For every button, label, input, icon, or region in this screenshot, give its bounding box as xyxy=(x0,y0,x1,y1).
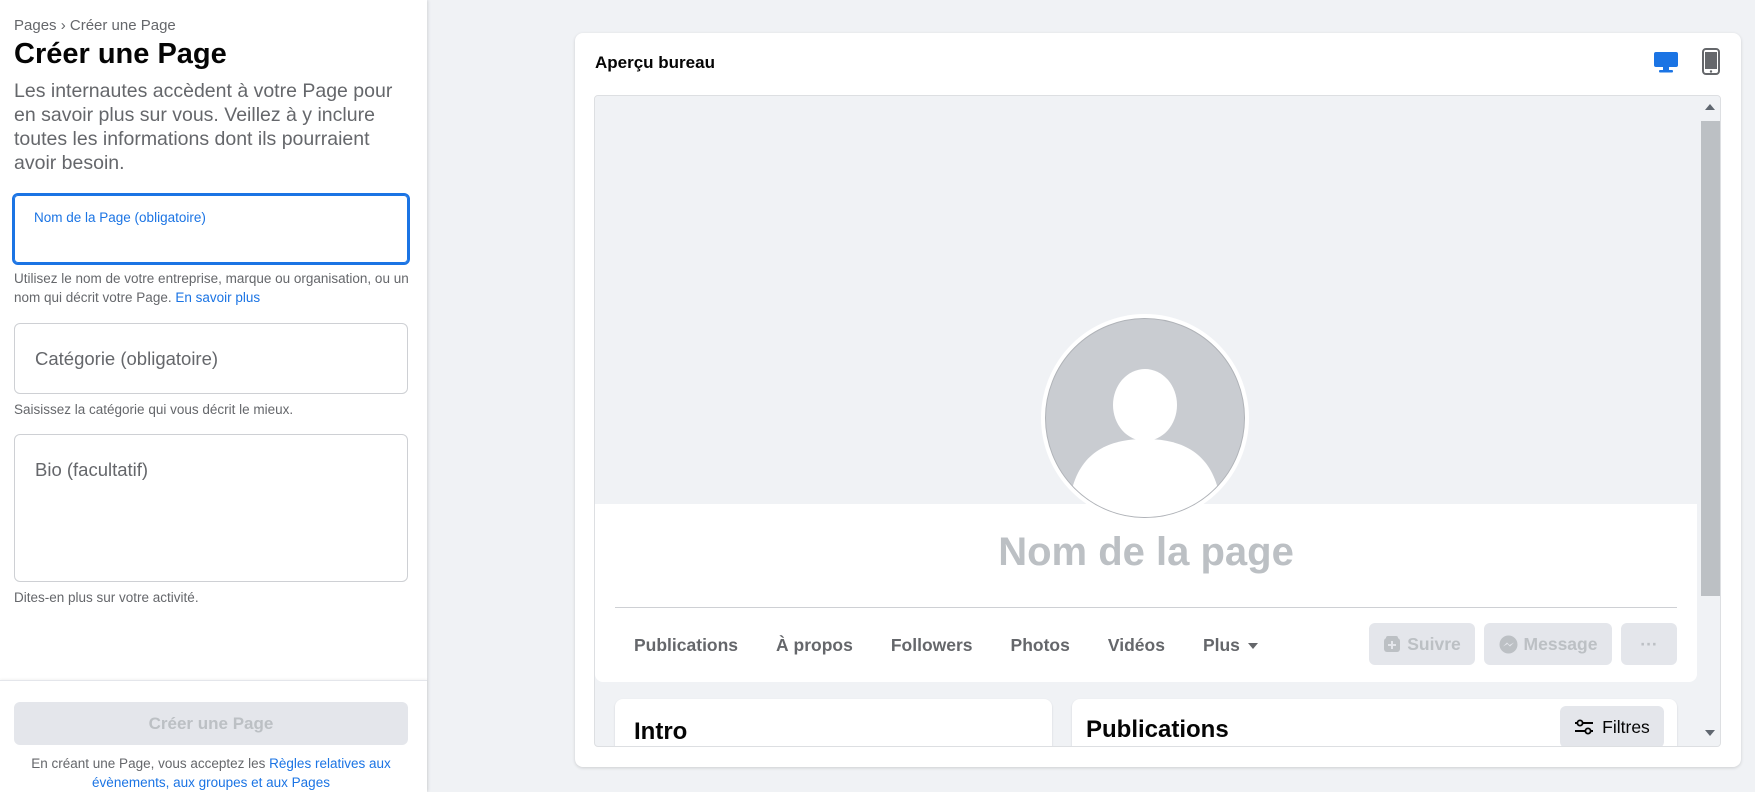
form-area: Pages › Créer une Page Créer une Page Le… xyxy=(0,0,427,680)
message-button[interactable]: Message xyxy=(1484,623,1612,665)
page-tabs: Publications À propos Followers Photos V… xyxy=(615,623,1277,667)
category-placeholder: Catégorie (obligatoire) xyxy=(35,348,219,369)
publications-title: Publications xyxy=(1086,716,1229,743)
create-page-panel: Pages › Créer une Page Créer une Page Le… xyxy=(0,0,427,792)
preview-title: Aperçu bureau xyxy=(595,53,715,72)
tab-more[interactable]: Plus xyxy=(1184,635,1277,656)
desktop-icon[interactable] xyxy=(1652,49,1680,75)
breadcrumb[interactable]: Pages › Créer une Page xyxy=(14,17,176,34)
tab-publications[interactable]: Publications xyxy=(615,635,757,656)
follow-icon xyxy=(1384,636,1401,652)
publications-card: Publications Filtres xyxy=(1072,699,1677,746)
category-field[interactable]: Catégorie (obligatoire) xyxy=(14,323,408,394)
page-name-field[interactable]: Nom de la Page (obligatoire) xyxy=(12,193,410,265)
intro-card: Intro xyxy=(615,699,1052,746)
page-name-helper: Utilisez le nom de votre entreprise, mar… xyxy=(14,269,414,307)
bio-helper: Dites-en plus sur votre activité. xyxy=(14,590,199,605)
scroll-up-arrow-icon[interactable] xyxy=(1705,104,1715,110)
scroll-thumb[interactable] xyxy=(1701,121,1720,596)
more-options-button[interactable]: ··· xyxy=(1621,623,1677,665)
follow-button[interactable]: Suivre xyxy=(1369,623,1475,665)
tab-more-label: Plus xyxy=(1202,634,1240,655)
filters-label: Filtres xyxy=(1602,716,1650,737)
preview-scrollbar[interactable] xyxy=(1699,96,1720,746)
filters-button[interactable]: Filtres xyxy=(1560,706,1664,746)
intro-title: Intro xyxy=(634,718,688,745)
messenger-icon xyxy=(1499,635,1518,653)
header-divider xyxy=(615,607,1677,608)
profile-picture xyxy=(1041,314,1249,522)
preview-frame: Nom de la page Publications À propos Fol… xyxy=(594,95,1721,747)
page-title: Créer une Page xyxy=(14,38,227,70)
filter-icon xyxy=(1575,719,1594,735)
message-label: Message xyxy=(1523,633,1598,654)
panel-footer: Créer une Page En créant une Page, vous … xyxy=(0,680,427,792)
scroll-down-arrow-icon[interactable] xyxy=(1705,730,1715,736)
terms-notice: En créant une Page, vous acceptez les Rè… xyxy=(14,754,408,792)
caret-down-icon xyxy=(1247,642,1258,649)
terms-text: En créant une Page, vous acceptez les xyxy=(31,756,266,771)
follow-label: Suivre xyxy=(1407,633,1461,654)
page-name-label: Nom de la Page (obligatoire) xyxy=(34,210,206,225)
tab-about[interactable]: À propos xyxy=(757,635,872,656)
bio-placeholder: Bio (facultatif) xyxy=(35,459,149,480)
intro-description: Les internautes accèdent à votre Page po… xyxy=(14,80,393,174)
default-avatar-icon xyxy=(1045,318,1245,518)
create-page-button[interactable]: Créer une Page xyxy=(14,702,408,745)
desktop-preview-card: Aperçu bureau Nom de la page Publication… xyxy=(575,33,1741,767)
learn-more-link[interactable]: En savoir plus xyxy=(175,290,260,305)
tab-followers[interactable]: Followers xyxy=(872,635,992,656)
bio-field[interactable]: Bio (facultatif) xyxy=(14,434,408,582)
mobile-icon[interactable] xyxy=(1701,48,1721,76)
tab-photos[interactable]: Photos xyxy=(992,635,1089,656)
preview-page-name: Nom de la page xyxy=(998,530,1294,574)
category-helper: Saisissez la catégorie qui vous décrit l… xyxy=(14,402,294,417)
tab-videos[interactable]: Vidéos xyxy=(1089,635,1184,656)
